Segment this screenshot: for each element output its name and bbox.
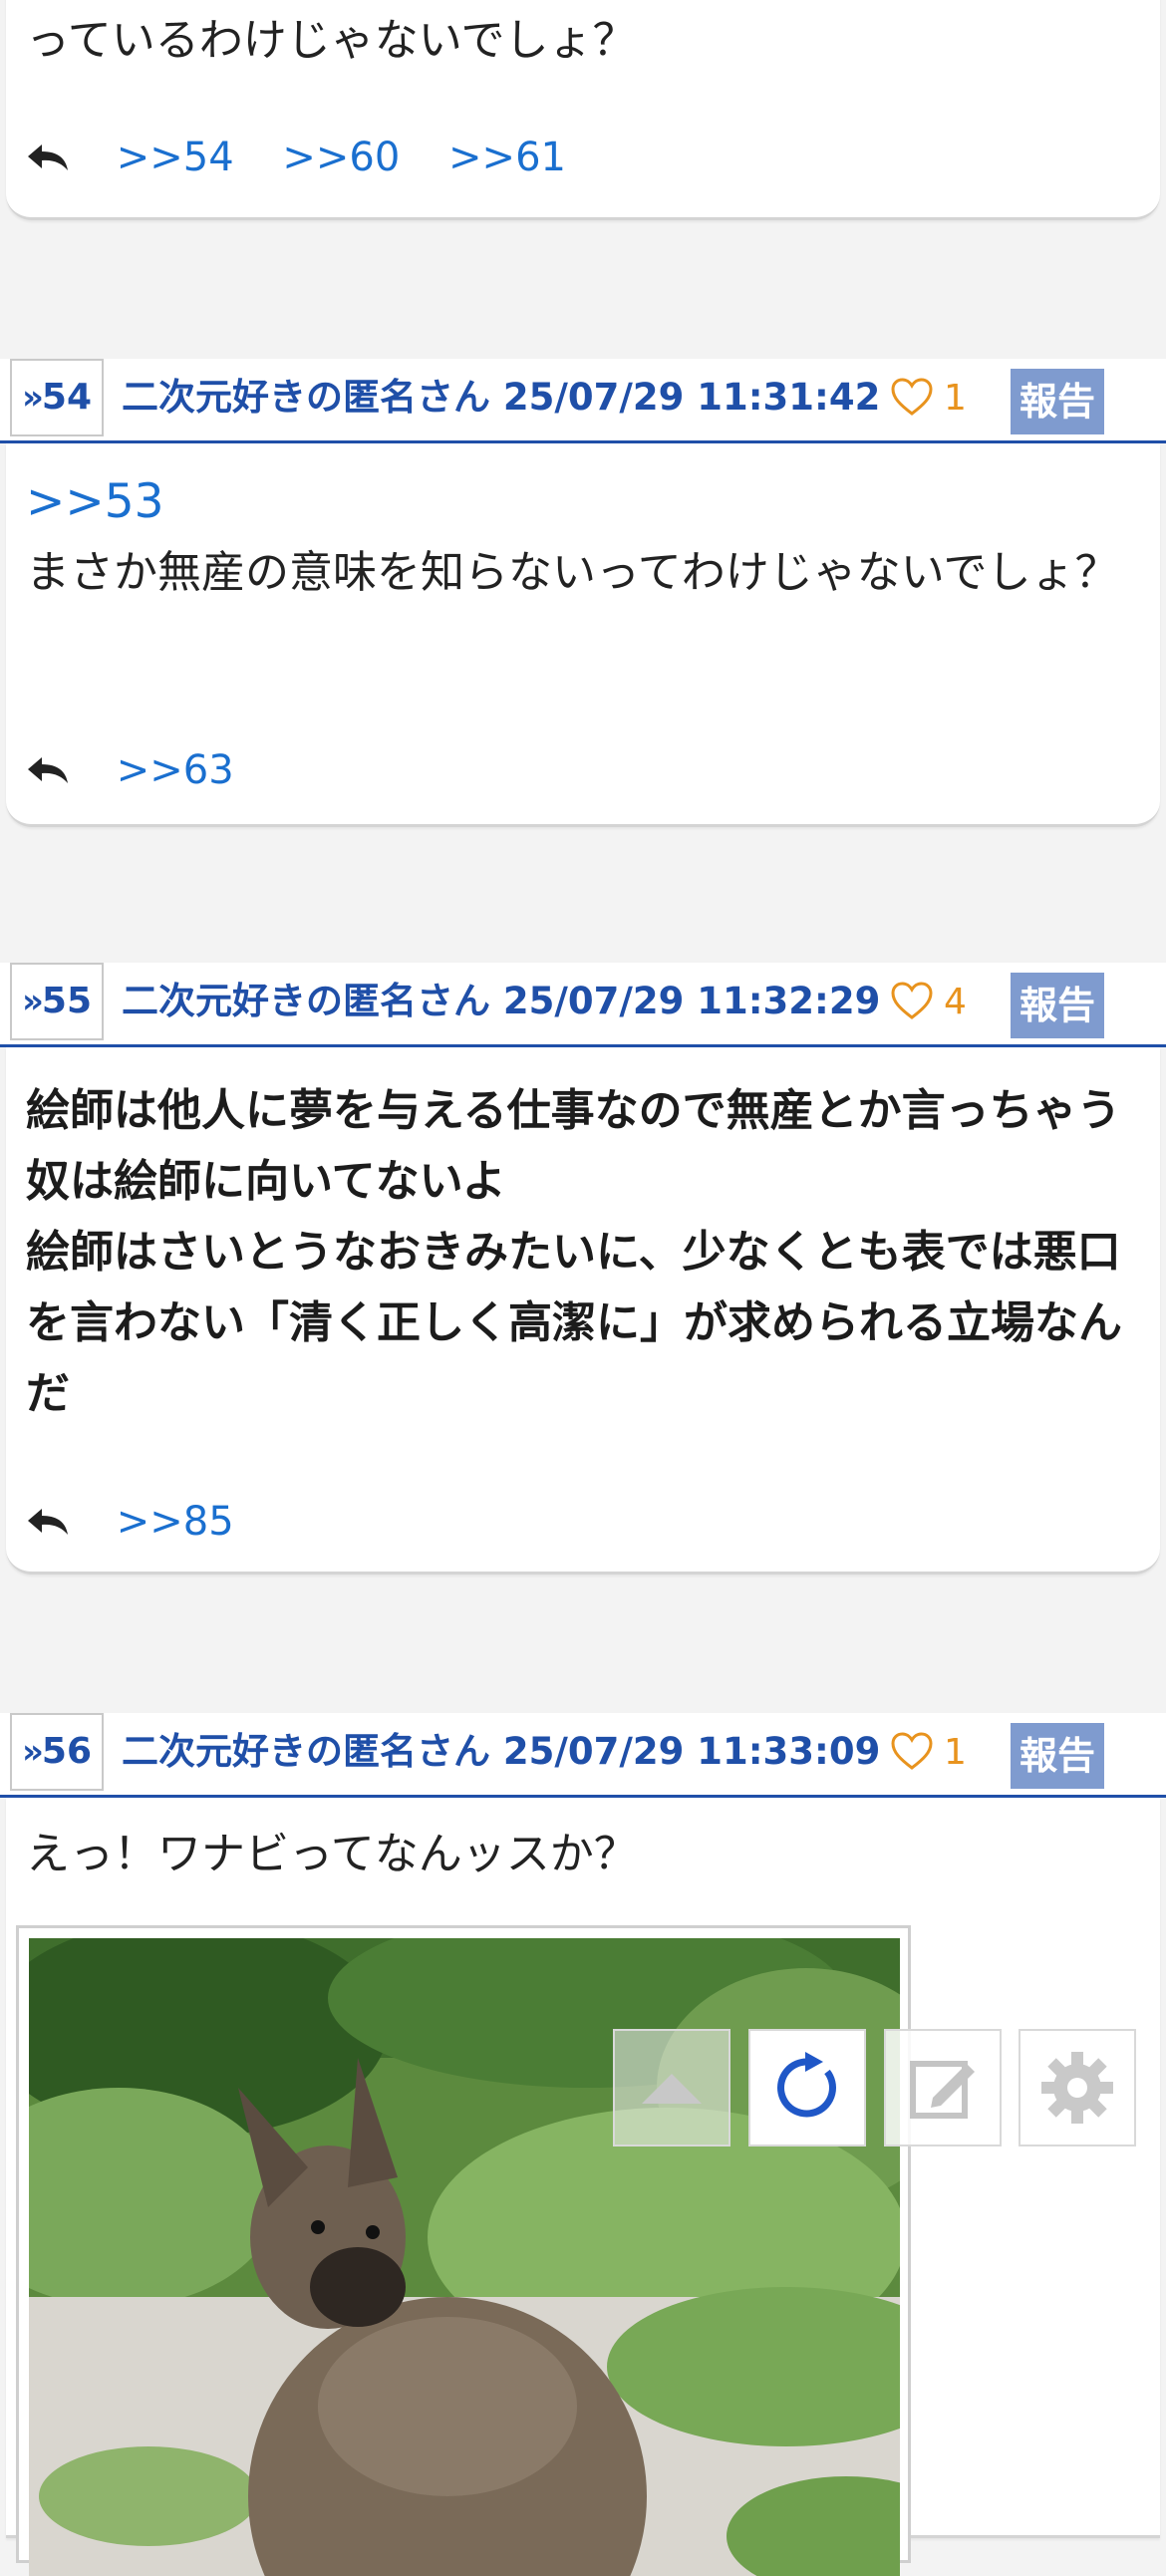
report-button[interactable]: 報告: [1011, 369, 1104, 434]
chevron-right-icon: »: [21, 1732, 44, 1772]
like-button[interactable]: 4: [890, 963, 967, 1040]
post-meta: 二次元好きの匿名さん 25/07/29 11:32:29: [122, 963, 880, 1040]
chevron-right-icon: »: [21, 378, 44, 418]
post-header: » 54 二次元好きの匿名さん 25/07/29 11:31:42 1 報告: [0, 359, 1166, 443]
reply-links: >>63: [26, 740, 270, 800]
heart-icon: [891, 982, 933, 1019]
reply-link[interactable]: >>60: [282, 135, 400, 180]
like-count: 1: [944, 378, 967, 419]
refresh-icon: [777, 2052, 836, 2118]
reply-links: >>54 >>60 >>61: [26, 128, 602, 187]
post-text: 絵師は他人に夢を与える仕事なので無産とか言っちゃう奴は絵師に向いてないよ 絵師は…: [26, 1085, 1122, 1419]
timestamp: 25/07/29 11:33:09: [502, 1730, 881, 1773]
settings-button[interactable]: [1019, 2029, 1136, 2147]
post-number-button[interactable]: » 54: [10, 359, 104, 436]
reply-links: >>85: [26, 1492, 270, 1552]
post-image[interactable]: [16, 1925, 911, 2576]
like-count: 1: [944, 1732, 967, 1773]
anchor-link[interactable]: >>53: [26, 474, 164, 529]
post-number-button[interactable]: » 55: [10, 963, 104, 1040]
report-button[interactable]: 報告: [1011, 973, 1104, 1038]
post-text: えっ！ワナビってなんッスか？: [26, 1829, 638, 1879]
scroll-up-button[interactable]: [613, 2029, 730, 2147]
heart-icon: [891, 1732, 933, 1770]
compose-button[interactable]: [884, 2029, 1002, 2147]
post-number-button[interactable]: » 56: [10, 1713, 104, 1791]
like-button[interactable]: 1: [890, 359, 967, 436]
author-name: 二次元好きの匿名さん: [122, 980, 490, 1022]
post-meta: 二次元好きの匿名さん 25/07/29 11:31:42: [122, 359, 880, 436]
post-card: >>53 まさか無産の意味を知らないってわけじゃないでしょ？ >>63: [6, 443, 1160, 827]
author-name: 二次元好きの匿名さん: [122, 376, 490, 419]
timestamp: 25/07/29 11:32:29: [502, 980, 881, 1022]
post-card: 絵師は他人に夢を与える仕事なので無産とか言っちゃう奴は絵師に向いてないよ 絵師は…: [6, 1047, 1160, 1574]
post-header: » 55 二次元好きの匿名さん 25/07/29 11:32:29 4 報告: [0, 963, 1166, 1047]
like-count: 4: [944, 982, 967, 1022]
reply-link[interactable]: >>85: [117, 1499, 234, 1545]
scroll-up-icon: [642, 2074, 702, 2104]
post-header: » 56 二次元好きの匿名さん 25/07/29 11:33:09 1 報告: [0, 1713, 1166, 1798]
reply-link[interactable]: >>54: [117, 135, 234, 180]
gear-icon: [1041, 2052, 1113, 2124]
post-meta: 二次元好きの匿名さん 25/07/29 11:33:09: [122, 1713, 880, 1791]
heart-icon: [891, 378, 933, 416]
timestamp: 25/07/29 11:31:42: [502, 376, 881, 419]
chevron-right-icon: »: [21, 982, 44, 1021]
reply-icon[interactable]: [26, 1494, 70, 1554]
post-text: っているわけじゃないでしょ？: [26, 15, 637, 66]
refresh-button[interactable]: [748, 2029, 866, 2147]
reply-icon[interactable]: [26, 742, 70, 802]
reply-link[interactable]: >>63: [117, 747, 234, 793]
like-button[interactable]: 1: [890, 1713, 967, 1791]
post-card: っているわけじゃないでしょ？ >>54 >>60 >>61: [6, 0, 1160, 220]
report-button[interactable]: 報告: [1011, 1723, 1104, 1789]
reply-link[interactable]: >>61: [448, 135, 566, 180]
reply-icon[interactable]: [26, 130, 70, 189]
compose-icon: [910, 2061, 975, 2119]
author-name: 二次元好きの匿名さん: [122, 1730, 490, 1773]
post-text: >>53 まさか無産の意味を知らないってわけじゃないでしょ？: [26, 474, 1119, 598]
